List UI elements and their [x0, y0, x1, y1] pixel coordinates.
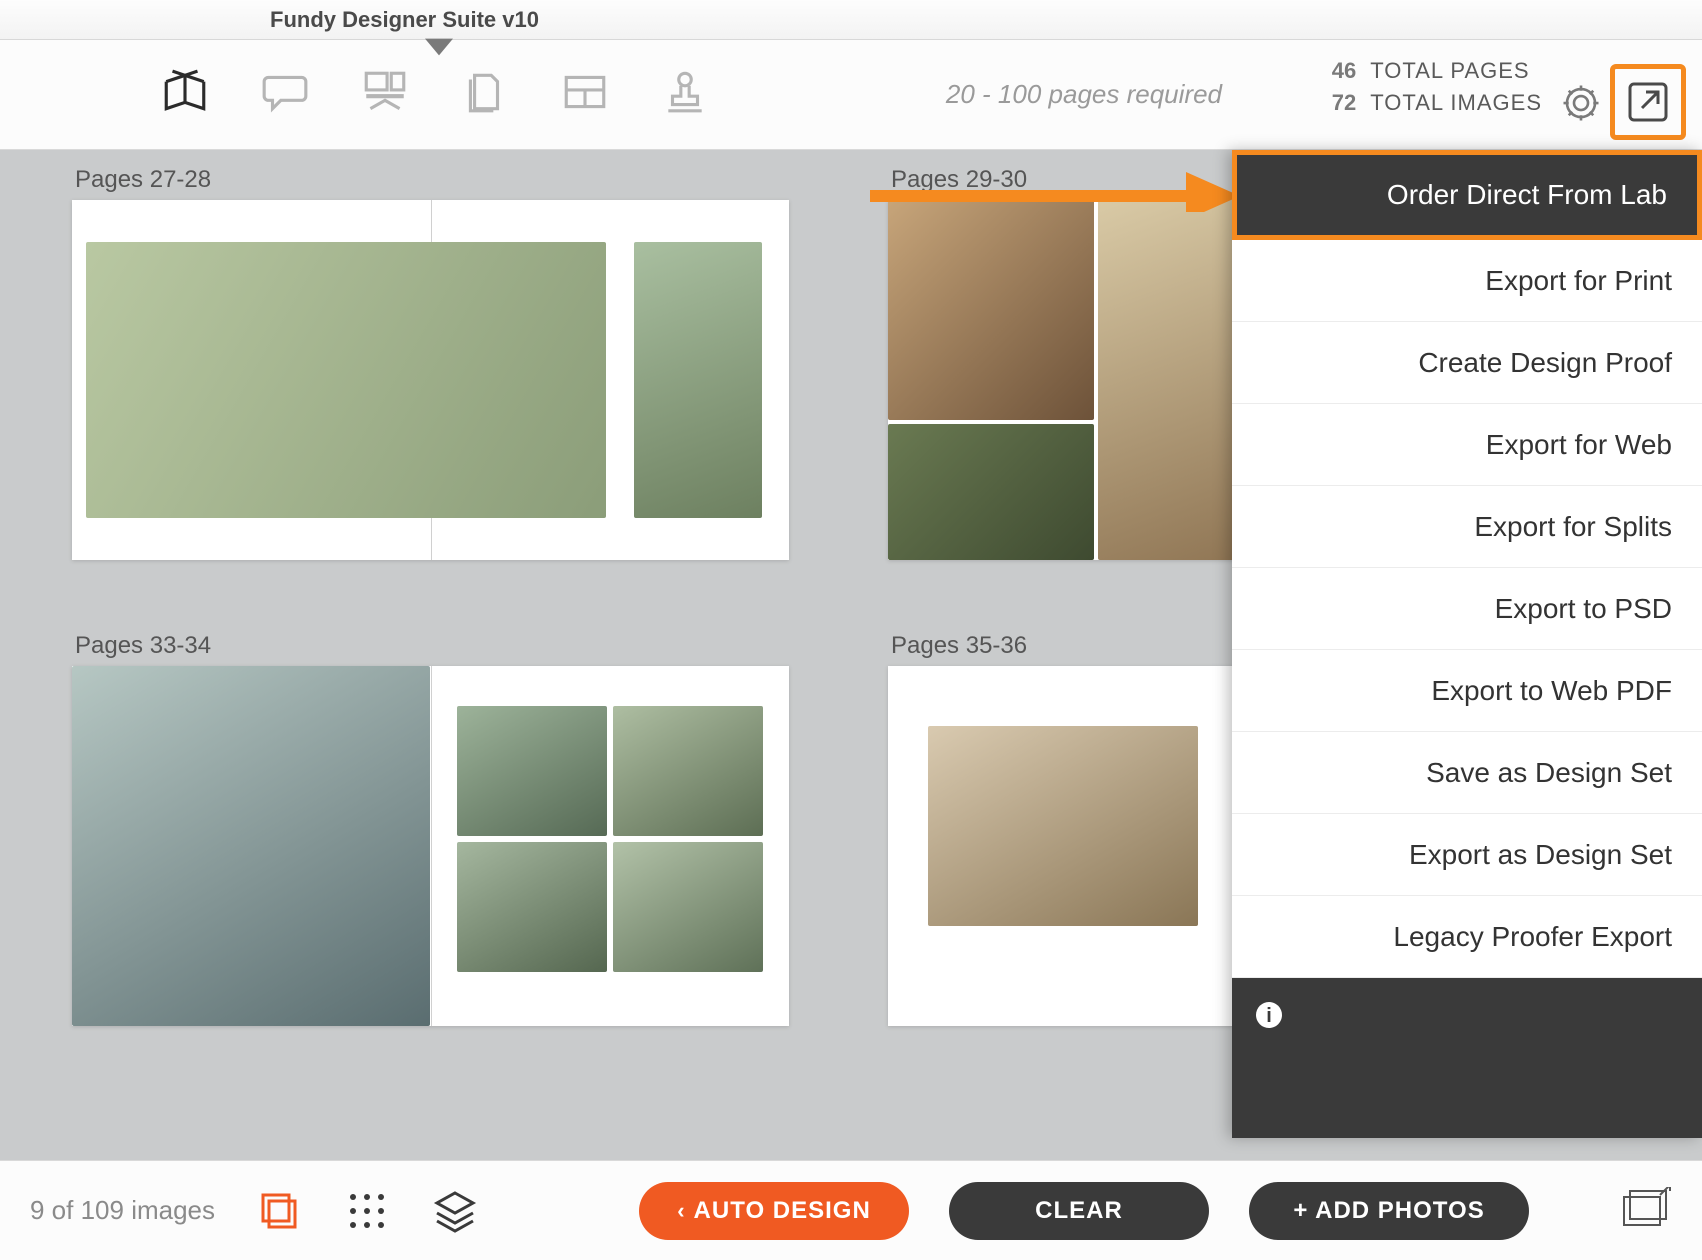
- photo-placeholder[interactable]: [457, 706, 607, 836]
- bottom-bar: 9 of 109 images ‹ AUTO DESIGN CLEAR + AD…: [0, 1160, 1702, 1260]
- add-photos-label: + ADD PHOTOS: [1293, 1197, 1484, 1225]
- layers-icon[interactable]: [431, 1187, 479, 1235]
- mini-export-icon[interactable]: [1620, 1187, 1672, 1234]
- clear-label: CLEAR: [1035, 1197, 1123, 1225]
- photo-placeholder[interactable]: [888, 424, 1094, 560]
- photo-placeholder[interactable]: [457, 842, 607, 972]
- layout-tool-icon[interactable]: [360, 67, 410, 122]
- grid-tool-icon[interactable]: [560, 67, 610, 122]
- menu-legacy-proofer-export[interactable]: Legacy Proofer Export: [1232, 896, 1702, 978]
- spread-27-28[interactable]: [72, 200, 789, 560]
- svg-text:i: i: [1266, 1005, 1272, 1027]
- album-builder-icon[interactable]: [160, 67, 210, 122]
- image-count-label: 9 of 109 images: [30, 1195, 215, 1226]
- spread-label: Pages 35-36: [891, 632, 1027, 660]
- photo-placeholder[interactable]: [928, 726, 1198, 926]
- photo-placeholder[interactable]: [613, 706, 763, 836]
- main-toolbar: 20 - 100 pages required 46 TOTAL PAGES 7…: [0, 40, 1702, 150]
- menu-create-design-proof[interactable]: Create Design Proof: [1232, 322, 1702, 404]
- auto-design-button[interactable]: ‹ AUTO DESIGN: [639, 1182, 909, 1240]
- total-images-count: 72: [1316, 90, 1356, 116]
- export-button-icon[interactable]: [1610, 64, 1686, 140]
- active-tool-indicator: [425, 38, 453, 61]
- title-bar: Fundy Designer Suite v10: [0, 0, 1702, 40]
- menu-export-to-web-pdf[interactable]: Export to Web PDF: [1232, 650, 1702, 732]
- chat-tool-icon[interactable]: [260, 67, 310, 122]
- add-photos-button[interactable]: + ADD PHOTOS: [1249, 1182, 1529, 1240]
- photo-placeholder[interactable]: [888, 200, 1094, 420]
- total-images-label: TOTAL IMAGES: [1370, 90, 1542, 116]
- pages-required-label: 20 - 100 pages required: [946, 79, 1222, 110]
- auto-design-label: AUTO DESIGN: [694, 1197, 871, 1225]
- menu-export-as-design-set[interactable]: Export as Design Set: [1232, 814, 1702, 896]
- clear-button[interactable]: CLEAR: [949, 1182, 1209, 1240]
- info-icon[interactable]: i: [1254, 1000, 1284, 1035]
- settings-gear-icon[interactable]: [1560, 82, 1602, 129]
- export-menu-footer: i: [1232, 978, 1702, 1138]
- stack-view-icon[interactable]: [255, 1187, 303, 1235]
- total-pages-count: 46: [1316, 58, 1356, 84]
- menu-order-direct-from-lab[interactable]: Order Direct From Lab: [1232, 150, 1702, 240]
- pages-tool-icon[interactable]: [460, 67, 510, 122]
- spread-33-34[interactable]: [72, 666, 789, 1026]
- stamp-tool-icon[interactable]: [660, 67, 710, 122]
- export-menu: Order Direct From Lab Export for Print C…: [1232, 150, 1702, 1138]
- photo-placeholder[interactable]: [72, 666, 430, 1026]
- stats-block: 46 TOTAL PAGES 72 TOTAL IMAGES: [1316, 58, 1542, 122]
- chevron-left-icon: ‹: [677, 1198, 685, 1224]
- spread-label: Pages 33-34: [75, 632, 211, 660]
- app-title: Fundy Designer Suite v10: [270, 7, 539, 33]
- menu-save-as-design-set[interactable]: Save as Design Set: [1232, 732, 1702, 814]
- menu-export-to-psd[interactable]: Export to PSD: [1232, 568, 1702, 650]
- total-pages-label: TOTAL PAGES: [1370, 58, 1529, 84]
- spread-label: Pages 27-28: [75, 166, 211, 194]
- photo-placeholder[interactable]: [634, 242, 762, 518]
- spread-label: Pages 29-30: [891, 166, 1027, 194]
- menu-export-for-splits[interactable]: Export for Splits: [1232, 486, 1702, 568]
- photo-placeholder[interactable]: [86, 242, 606, 518]
- menu-export-for-print[interactable]: Export for Print: [1232, 240, 1702, 322]
- dots-grid-icon[interactable]: [343, 1187, 391, 1235]
- menu-export-for-web[interactable]: Export for Web: [1232, 404, 1702, 486]
- photo-placeholder[interactable]: [613, 842, 763, 972]
